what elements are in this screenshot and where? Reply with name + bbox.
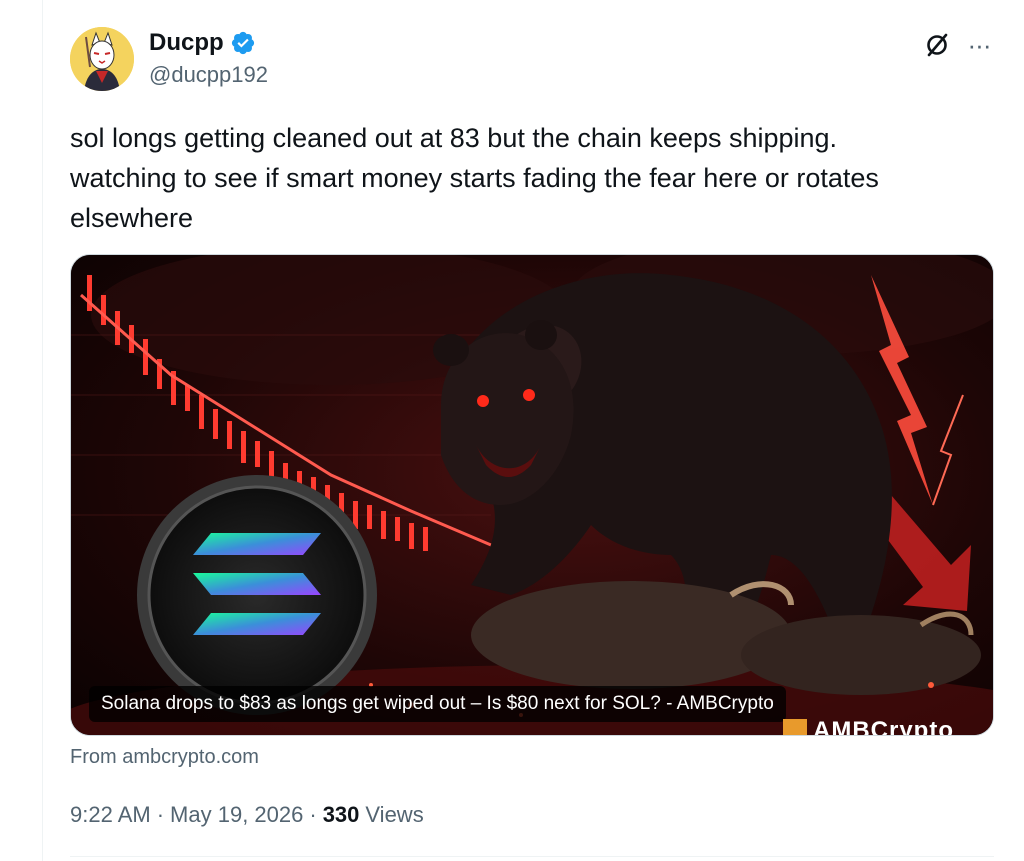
grok-slash-icon[interactable] — [922, 30, 952, 60]
tweet-meta: 9:22 AM · May 19, 2026 · 330 Views — [70, 800, 424, 830]
ambcrypto-logo-icon — [783, 719, 807, 735]
meta-separator: · — [156, 802, 165, 827]
views-count: 330 — [322, 802, 360, 827]
watermark-text: AMBCrypto — [813, 717, 954, 736]
card-watermark: AMBCrypto — [783, 717, 954, 736]
tweet-detail: Ducpp @ducpp192 ··· sol longs getting cl… — [70, 0, 994, 861]
tweet-date[interactable]: May 19, 2026 — [170, 802, 303, 828]
author-display-name[interactable]: Ducpp — [149, 29, 224, 57]
verified-badge-icon[interactable] — [230, 30, 256, 56]
author-handle[interactable]: @ducpp192 — [149, 62, 268, 88]
tweet-time[interactable]: 9:22 AM — [70, 802, 151, 828]
link-card[interactable]: Solana drops to $83 as longs get wiped o… — [70, 254, 994, 736]
tweet-text: sol longs getting cleaned out at 83 but … — [70, 123, 879, 233]
author-name-row: Ducpp — [149, 28, 256, 58]
meta-separator: · — [309, 802, 317, 827]
bottom-divider — [70, 856, 994, 857]
page-edge-divider — [42, 0, 43, 861]
more-horizontal-icon[interactable]: ··· — [964, 30, 994, 60]
avatar[interactable] — [70, 27, 134, 91]
card-source-link[interactable]: From ambcrypto.com — [70, 746, 259, 769]
cat-mask-avatar-icon — [70, 27, 134, 91]
views-label: Views — [365, 802, 424, 827]
card-image — [71, 255, 993, 735]
card-caption: Solana drops to $83 as longs get wiped o… — [89, 686, 786, 722]
